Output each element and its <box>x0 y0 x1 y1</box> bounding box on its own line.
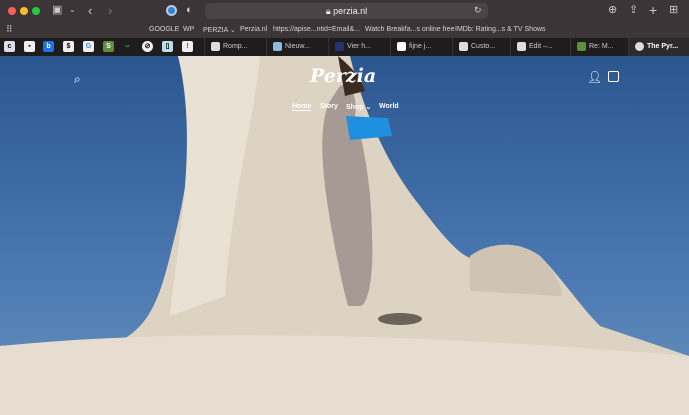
zoom-window-button[interactable] <box>32 7 40 15</box>
tab-title: Nieuw... <box>285 43 310 50</box>
bookmark[interactable]: IMDb: Rating...s & TV Shows <box>455 26 546 33</box>
reload-icon[interactable]: ↻ <box>474 6 482 15</box>
tab-title: fijne j... <box>409 43 432 50</box>
tab-title: The Pyr... <box>647 43 679 50</box>
new-tab-button[interactable]: + <box>649 3 657 17</box>
pinned-tab[interactable]: ⊘ <box>142 41 153 52</box>
bookmark[interactable]: GOOGLE <box>149 26 179 33</box>
pinned-tab[interactable]: $ <box>63 41 74 52</box>
bookmark-folder[interactable]: PERZIA ⌄ <box>203 26 236 34</box>
site-logo[interactable]: Perzia <box>310 65 376 87</box>
close-window-button[interactable] <box>8 7 16 15</box>
pinned-tab[interactable]: ▪ <box>24 41 35 52</box>
bookmark[interactable]: https://apise...ntid=Email&... <box>273 26 360 33</box>
tab[interactable]: Re: M... <box>570 38 628 56</box>
pinned-tab[interactable]: c <box>4 41 15 52</box>
share-icon[interactable]: ⇪ <box>629 5 638 16</box>
pinned-tab[interactable]: S <box>103 41 114 52</box>
search-icon[interactable]: ⌕ <box>74 73 81 85</box>
tab[interactable]: Romp... <box>204 38 266 56</box>
address-bar[interactable]: 🔒︎ perzia.nl <box>205 3 488 19</box>
minimize-window-button[interactable] <box>20 7 28 15</box>
tab[interactable]: Custo... <box>452 38 510 56</box>
back-button[interactable]: ‹ <box>88 4 92 17</box>
hero-image <box>0 56 689 415</box>
bookmark[interactable]: Watch Breakfa...s online free <box>365 26 455 33</box>
tab-overview-icon[interactable]: ⊞ <box>669 5 678 16</box>
nav-shop-label: Shop <box>346 104 364 111</box>
pinned-tab[interactable]: ▯ <box>162 41 173 52</box>
nav-story[interactable]: Story <box>320 103 338 110</box>
pinned-tab[interactable]: G <box>83 41 94 52</box>
account-icon[interactable]: 👤︎ <box>587 71 602 83</box>
url-text: perzia.nl <box>333 6 368 16</box>
nav-world[interactable]: World <box>379 103 399 110</box>
cart-icon[interactable] <box>608 71 619 82</box>
tab[interactable]: fijne j... <box>390 38 452 56</box>
hero-section: ⌕ Perzia Home Story Shop ⌄ World 👤︎ <box>0 56 689 415</box>
bookmark[interactable]: Perzia.nl <box>240 26 267 33</box>
grid-icon[interactable]: ⠿ <box>6 24 13 35</box>
tab[interactable]: Vier h... <box>328 38 390 56</box>
nav-shop[interactable]: Shop ⌄ <box>346 103 371 111</box>
privacy-shield-icon[interactable]: ◐ <box>186 5 193 16</box>
sidebar-icon[interactable]: ▣ <box>52 5 62 16</box>
bookmarks-bar: ⠿ GOOGLE WP PERZIA ⌄ Perzia.nl https://a… <box>0 22 689 38</box>
pinned-tab[interactable]: ! <box>182 41 193 52</box>
tab-bar: c ▪ b $ G S ⌣ ⊘ ▯ ! Romp... Nieuw... Vie… <box>0 38 689 56</box>
pinned-tab[interactable]: b <box>43 41 54 52</box>
tab-title: Re: M... <box>589 43 614 50</box>
extension-icon[interactable] <box>166 5 177 16</box>
browser-toolbar: ▣ ⌄ ‹ › ◐ 🔒︎ perzia.nl ↻ ⊕ ⇪ + ⊞ <box>0 0 689 22</box>
tab-title: Edit –... <box>529 43 553 50</box>
forward-button[interactable]: › <box>108 4 112 17</box>
nav-home[interactable]: Home <box>292 103 312 111</box>
download-icon[interactable]: ⊕ <box>608 5 617 16</box>
chevron-down-icon[interactable]: ⌄ <box>69 6 76 14</box>
tab-title: Romp... <box>223 43 248 50</box>
tab[interactable]: Edit –... <box>510 38 570 56</box>
bookmark[interactable]: WP <box>183 26 194 33</box>
tab-active[interactable]: The Pyr... <box>628 38 689 56</box>
tab-title: Custo... <box>471 43 496 50</box>
pinned-tab[interactable]: ⌣ <box>122 41 133 52</box>
chevron-down-icon: ⌄ <box>365 104 372 111</box>
tab[interactable]: Nieuw... <box>266 38 328 56</box>
tab-title: Vier h... <box>347 43 371 50</box>
